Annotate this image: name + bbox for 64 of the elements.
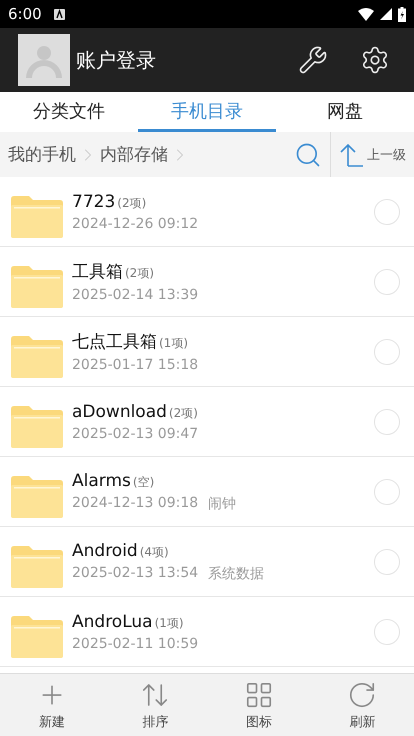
wifi-icon bbox=[358, 8, 374, 20]
search-icon bbox=[294, 140, 322, 168]
file-row[interactable]: aDownload(2项) 2025-02-13 09:47 bbox=[0, 387, 414, 457]
select-checkbox[interactable] bbox=[374, 198, 400, 224]
signal-icon bbox=[380, 8, 392, 20]
folder-name: Android bbox=[72, 540, 138, 560]
up-level-button[interactable]: 上一级 bbox=[331, 142, 414, 168]
account-login-title[interactable]: 账户登录 bbox=[76, 46, 272, 74]
folder-note: 闹钟 bbox=[208, 494, 236, 512]
select-checkbox[interactable] bbox=[374, 618, 400, 644]
folder-name: 7723 bbox=[72, 192, 116, 212]
status-time: 6:00 bbox=[8, 5, 42, 23]
item-count: (2项) bbox=[168, 404, 198, 422]
file-row[interactable]: Alarms(空) 2024-12-13 09:18 闹钟 bbox=[0, 457, 414, 527]
battery-icon bbox=[398, 6, 406, 22]
breadcrumb[interactable]: 内部存储 bbox=[100, 143, 168, 166]
tab[interactable]: 网盘 bbox=[276, 92, 414, 132]
breadcrumb[interactable]: 我的手机 bbox=[8, 143, 76, 166]
item-count: (4项) bbox=[140, 544, 169, 560]
modified-time: 2025-02-13 09:47 bbox=[72, 426, 198, 442]
item-count: (1项) bbox=[154, 614, 184, 632]
folder-name: AndroLua bbox=[72, 612, 153, 632]
toolbar-button[interactable]: 新建 bbox=[0, 674, 104, 736]
file-row[interactable]: Android(4项) 2025-02-13 13:54 系统数据 bbox=[0, 527, 414, 597]
folder-name: aDownload bbox=[72, 402, 167, 422]
folder-name: Alarms bbox=[72, 470, 131, 490]
folder-icon bbox=[11, 336, 63, 378]
file-row[interactable]: 7723(2项) 2024-12-26 09:12 bbox=[0, 177, 414, 247]
file-row[interactable]: 七点工具箱(1项) 2025-01-17 15:18 bbox=[0, 317, 414, 387]
tab[interactable]: 分类文件 bbox=[0, 92, 138, 132]
toolbar-button[interactable]: 图标 bbox=[207, 674, 310, 736]
toolbar-button[interactable]: 排序 bbox=[104, 674, 207, 736]
folder-icon bbox=[11, 616, 63, 658]
modified-time: 2024-12-26 09:12 bbox=[72, 216, 198, 232]
notification-icon bbox=[54, 8, 65, 20]
modified-time: 2024-12-13 09:18 bbox=[72, 494, 198, 512]
file-row[interactable]: AndroLua(1项) 2025-02-11 10:59 bbox=[0, 597, 414, 667]
modified-time: 2025-01-17 15:18 bbox=[72, 357, 198, 373]
select-checkbox[interactable] bbox=[374, 408, 400, 434]
item-count: (2项) bbox=[125, 265, 154, 282]
wrench-icon bbox=[298, 45, 328, 75]
modified-time: 2025-02-11 10:59 bbox=[72, 636, 198, 652]
select-checkbox[interactable] bbox=[374, 268, 400, 294]
toolbar-button[interactable]: 刷新 bbox=[310, 674, 414, 736]
gear-icon bbox=[360, 45, 390, 75]
avatar-icon[interactable] bbox=[18, 34, 70, 86]
select-checkbox[interactable] bbox=[374, 548, 400, 574]
select-checkbox[interactable] bbox=[374, 478, 400, 504]
folder-name: 工具箱 bbox=[72, 261, 123, 283]
up-arrow-icon bbox=[339, 142, 365, 168]
folder-icon bbox=[11, 196, 63, 238]
modified-time: 2025-02-14 13:39 bbox=[72, 287, 198, 303]
select-checkbox[interactable] bbox=[374, 338, 400, 364]
item-count: (1项) bbox=[159, 335, 188, 352]
folder-name: 七点工具箱 bbox=[72, 331, 157, 353]
folder-icon bbox=[11, 266, 63, 308]
folder-note: 系统数据 bbox=[208, 564, 264, 582]
folder-icon bbox=[11, 406, 63, 448]
folder-icon bbox=[11, 476, 63, 518]
item-count: (空) bbox=[132, 474, 154, 490]
item-count: (2项) bbox=[117, 194, 146, 212]
modified-time: 2025-02-13 13:54 bbox=[72, 564, 198, 582]
file-row[interactable]: 工具箱(2项) 2025-02-14 13:39 bbox=[0, 247, 414, 317]
folder-icon bbox=[11, 546, 63, 588]
